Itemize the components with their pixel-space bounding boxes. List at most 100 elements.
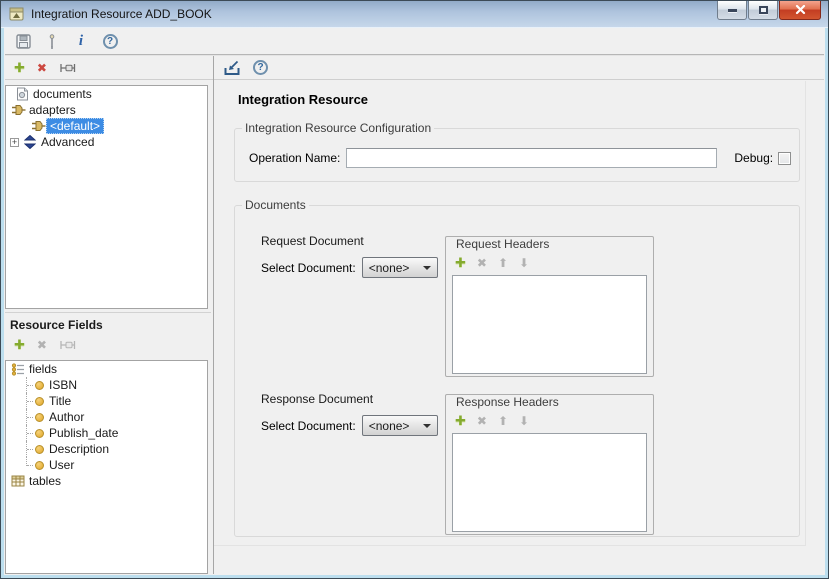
operation-name-row: Operation Name: Debug: bbox=[249, 148, 799, 168]
rename-icon bbox=[59, 63, 76, 73]
response-select-label: Select Document: bbox=[261, 419, 356, 433]
move-up-button[interactable]: ⬆ bbox=[498, 255, 508, 271]
response-headers-legend: Response Headers bbox=[453, 395, 653, 409]
help-button[interactable]: ? bbox=[101, 33, 119, 51]
request-headers-legend: Request Headers bbox=[453, 237, 653, 251]
debug-label: Debug: bbox=[734, 151, 773, 165]
document-icon bbox=[14, 86, 30, 102]
plug-icon bbox=[30, 118, 46, 134]
rename-field-button[interactable] bbox=[59, 337, 76, 353]
main-panel: ? Integration Resource Integration Resou… bbox=[213, 56, 824, 574]
tree-label-selected: <default> bbox=[46, 118, 104, 134]
delete-field-button[interactable]: ✖ bbox=[37, 337, 47, 353]
tree-item-field[interactable]: Title bbox=[6, 393, 207, 409]
operation-name-label: Operation Name: bbox=[249, 151, 340, 165]
operation-name-input[interactable] bbox=[346, 148, 717, 168]
response-headers-group: Response Headers ✚ ✖ ⬆ ⬇ bbox=[445, 394, 654, 535]
field-bullet-icon bbox=[32, 393, 46, 409]
request-select-label: Select Document: bbox=[261, 261, 356, 275]
adapters-tree[interactable]: documents adapters bbox=[5, 85, 208, 309]
tree-label: Author bbox=[46, 410, 87, 424]
debug-checkbox[interactable] bbox=[778, 152, 791, 165]
delete-button[interactable]: ✖ bbox=[37, 60, 47, 76]
add-header-button[interactable]: ✚ bbox=[455, 255, 466, 271]
request-headers-toolbar: ✚ ✖ ⬆ ⬇ bbox=[455, 254, 653, 272]
response-document-select-value: <none> bbox=[363, 419, 410, 433]
titlebar[interactable]: Integration Resource ADD_BOOK bbox=[1, 1, 828, 28]
delete-header-button[interactable]: ✖ bbox=[477, 255, 487, 271]
move-up-button[interactable]: ⬆ bbox=[498, 413, 508, 429]
rename-icon bbox=[59, 340, 76, 350]
page-title: Integration Resource bbox=[238, 92, 368, 107]
close-icon bbox=[795, 5, 806, 15]
pin-button[interactable] bbox=[43, 33, 61, 51]
app-body: ✚ ✖ bbox=[5, 56, 824, 574]
request-document-select-value: <none> bbox=[363, 261, 410, 275]
tree-item-field[interactable]: ISBN bbox=[6, 377, 207, 393]
tree-item-field[interactable]: Description bbox=[6, 441, 207, 457]
tree-label: documents bbox=[30, 87, 95, 101]
field-bullet-icon bbox=[32, 425, 46, 441]
response-headers-toolbar: ✚ ✖ ⬆ ⬇ bbox=[455, 412, 653, 430]
tree-item-fields[interactable]: fields bbox=[6, 361, 207, 377]
tree-item-field[interactable]: Author bbox=[6, 409, 207, 425]
tree-item-adapters[interactable]: adapters bbox=[6, 102, 207, 118]
tree-item-default[interactable]: <default> bbox=[6, 118, 207, 134]
save-button[interactable] bbox=[14, 33, 32, 51]
app-icon bbox=[9, 7, 25, 22]
main-content: Integration Resource Integration Resourc… bbox=[214, 81, 824, 574]
window-title: Integration Resource ADD_BOOK bbox=[31, 1, 212, 27]
field-bullet-icon bbox=[32, 457, 46, 473]
move-down-button[interactable]: ⬇ bbox=[519, 413, 529, 429]
add-button[interactable]: ✚ bbox=[14, 60, 25, 76]
export-button[interactable] bbox=[223, 60, 241, 76]
request-select-row: Select Document: <none> bbox=[261, 257, 451, 278]
resource-fields-header: Resource Fields bbox=[5, 312, 211, 332]
tree-label: ISBN bbox=[46, 378, 80, 392]
request-document-select[interactable]: <none> bbox=[362, 257, 438, 278]
minimize-icon bbox=[728, 9, 737, 12]
help-icon: ? bbox=[103, 34, 118, 49]
delete-header-button[interactable]: ✖ bbox=[477, 413, 487, 429]
add-field-button[interactable]: ✚ bbox=[14, 337, 25, 353]
pin-icon bbox=[48, 34, 56, 50]
tree-item-field[interactable]: Publish_date bbox=[6, 425, 207, 441]
resource-fields-tree[interactable]: fields ISBN Title Author Publish_date bbox=[5, 360, 208, 574]
tree-label: adapters bbox=[26, 103, 79, 117]
maximize-button[interactable] bbox=[748, 1, 778, 20]
close-button[interactable] bbox=[779, 1, 821, 20]
chevron-down-icon bbox=[423, 266, 431, 270]
documents-legend: Documents bbox=[242, 198, 309, 212]
app-toolbar: i ? bbox=[5, 29, 824, 55]
expand-icon[interactable]: + bbox=[10, 138, 19, 147]
rename-button[interactable] bbox=[59, 60, 76, 76]
plug-icon bbox=[10, 102, 26, 118]
request-headers-list[interactable] bbox=[452, 275, 647, 374]
response-select-row: Select Document: <none> bbox=[261, 415, 451, 436]
field-bullet-icon bbox=[32, 377, 46, 393]
tree-item-documents[interactable]: documents bbox=[6, 86, 207, 102]
help-button-main[interactable]: ? bbox=[253, 60, 268, 76]
response-document-select[interactable]: <none> bbox=[362, 415, 438, 436]
request-document-title: Request Document bbox=[261, 234, 451, 248]
tree-item-field[interactable]: User bbox=[6, 457, 207, 473]
adapters-toolbar: ✚ ✖ bbox=[5, 56, 213, 80]
move-down-button[interactable]: ⬇ bbox=[519, 255, 529, 271]
tree-label: tables bbox=[26, 474, 64, 488]
tree-label: Publish_date bbox=[46, 426, 121, 440]
response-document-section: Response Document Select Document: <none… bbox=[261, 392, 451, 436]
minimize-button[interactable] bbox=[717, 1, 747, 20]
add-header-button[interactable]: ✚ bbox=[455, 413, 466, 429]
response-headers-list[interactable] bbox=[452, 433, 647, 532]
advanced-icon bbox=[22, 134, 38, 150]
info-button[interactable]: i bbox=[72, 33, 90, 51]
tree-label: User bbox=[46, 458, 77, 472]
tree-item-advanced[interactable]: + Advanced bbox=[6, 134, 207, 150]
left-panel: ✚ ✖ bbox=[5, 56, 213, 574]
request-document-section: Request Document Select Document: <none> bbox=[261, 234, 451, 278]
tree-label: Title bbox=[46, 394, 74, 408]
field-bullet-icon bbox=[32, 409, 46, 425]
tree-item-tables[interactable]: tables bbox=[6, 473, 207, 489]
response-document-title: Response Document bbox=[261, 392, 451, 406]
fields-icon bbox=[10, 361, 26, 377]
